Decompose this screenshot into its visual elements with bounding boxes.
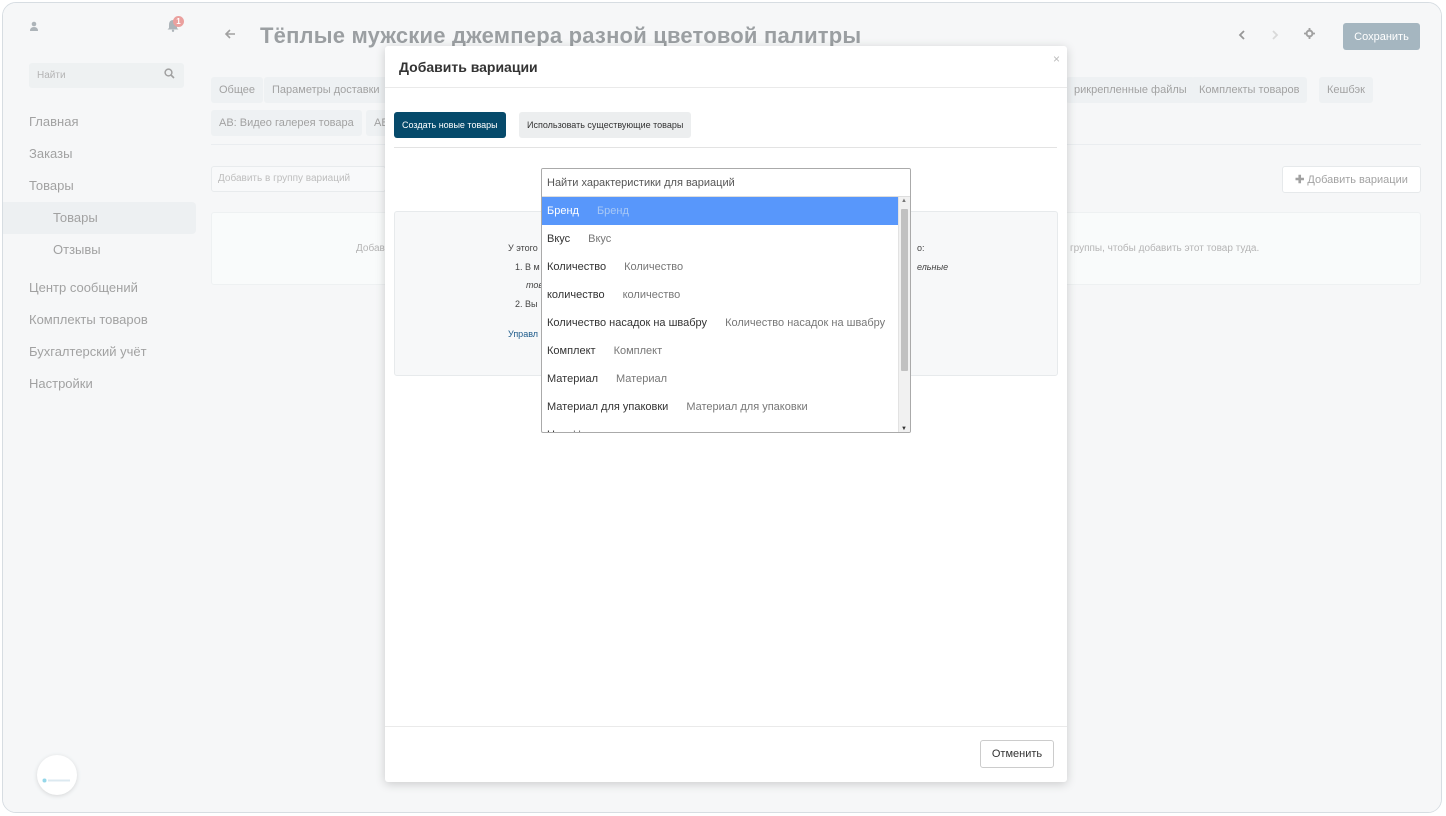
dropdown-scrollbar[interactable]: ▲ ▼ xyxy=(898,197,910,432)
dropdown-option[interactable]: НН xyxy=(542,421,898,432)
option-value: Материал для упаковки xyxy=(686,401,808,413)
modal-tabs-divider xyxy=(394,147,1057,148)
dropdown-option[interactable]: Вкус Вкус xyxy=(542,225,898,253)
option-value: Н xyxy=(573,429,581,432)
help-right-1: о: xyxy=(917,243,925,253)
option-value: Материал xyxy=(616,373,667,385)
option-name: Материал xyxy=(547,373,598,385)
help-line-2: 1. В м xyxy=(515,262,540,272)
modal-title: Добавить вариации xyxy=(399,59,538,75)
option-value: Количество насадок на швабру xyxy=(725,317,886,329)
option-name: Вкус xyxy=(547,233,571,245)
characteristics-dropdown: БрендБренд ВкусВкус КоличествоКоличество… xyxy=(541,168,911,433)
help-right-2: ельные xyxy=(917,262,949,272)
help-manage-link[interactable]: Управл xyxy=(508,329,538,339)
modal-footer-divider xyxy=(385,726,1067,727)
scroll-down-arrow-icon[interactable]: ▼ xyxy=(901,426,907,432)
modal-header-divider xyxy=(385,87,1067,88)
dropdown-option[interactable]: Материал для упаковки Материал для упаков… xyxy=(542,393,898,421)
dropdown-option[interactable]: Количество Количество xyxy=(542,253,898,281)
option-name: Количество насадок на швабру xyxy=(547,317,708,329)
tab-use-existing-products[interactable]: Использовать существующие товары xyxy=(519,112,692,138)
cancel-button[interactable]: Отменить xyxy=(980,740,1054,768)
scroll-up-arrow-icon[interactable]: ▲ xyxy=(901,198,907,204)
scrollbar-thumb[interactable] xyxy=(901,209,908,371)
help-line-4: 2. Вы xyxy=(515,299,538,309)
help-line-1: У этого xyxy=(508,243,538,253)
close-icon[interactable]: × xyxy=(1053,52,1060,66)
characteristics-list: Бренд Бренд Вкус Вкус Количество Количество… xyxy=(542,197,898,432)
dropdown-option[interactable]: количество количество xyxy=(542,281,898,309)
option-value: Количество xyxy=(624,261,684,273)
option-value: Комплект xyxy=(613,345,663,357)
option-name: Бренд xyxy=(547,205,579,217)
option-name: Количество xyxy=(547,261,607,273)
option-name: Материал для упаковки xyxy=(547,401,669,413)
option-name: количество xyxy=(547,289,605,301)
dropdown-option[interactable]: Количество насадок на швабру Количество н… xyxy=(542,309,898,337)
tab-create-new-products[interactable]: Создать новые товары xyxy=(394,112,506,138)
option-name: Н xyxy=(547,429,555,432)
option-value: Вкус xyxy=(588,233,612,245)
option-name: Комплект xyxy=(547,345,596,357)
option-value: Бренд xyxy=(596,205,629,217)
option-value: количество xyxy=(622,289,681,301)
characteristics-search-input[interactable] xyxy=(542,169,910,197)
dropdown-option[interactable]: Бренд Бренд xyxy=(542,197,898,225)
dropdown-option[interactable]: Комплект Комплект xyxy=(542,337,898,365)
dropdown-option[interactable]: Материал Материал xyxy=(542,365,898,393)
